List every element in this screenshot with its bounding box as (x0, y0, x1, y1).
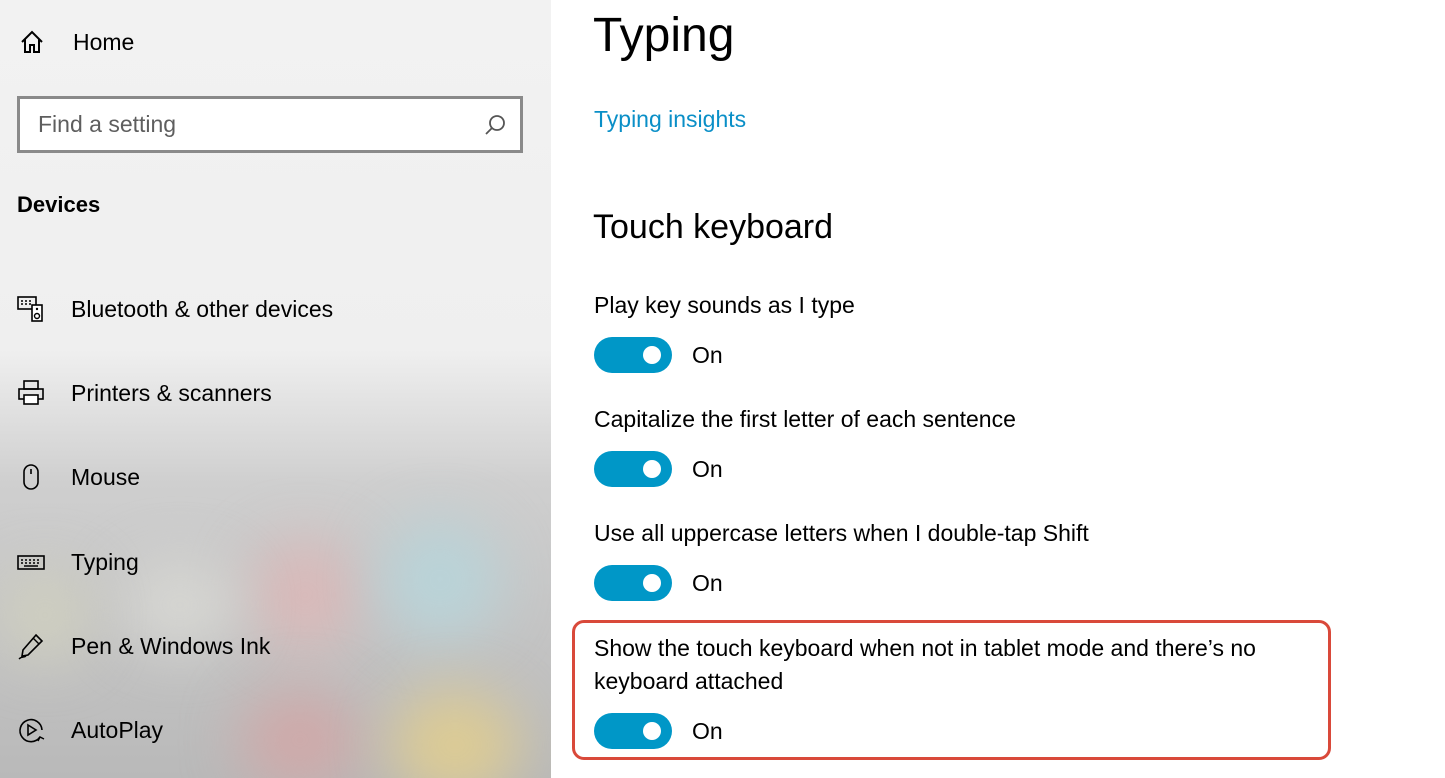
sidebar-item-label: Pen & Windows Ink (71, 632, 271, 659)
setting-toggle-row: On (594, 337, 723, 373)
home-icon (18, 28, 46, 56)
toggle-state-label: On (692, 717, 723, 744)
background-blur (380, 520, 500, 640)
uppercase-shift-toggle[interactable] (594, 565, 672, 601)
main-content: Typing Typing insights Touch keyboard Pl… (551, 0, 1445, 778)
section-title-devices: Devices (17, 192, 101, 217)
keyboard-icon (16, 547, 46, 577)
toggle-knob (643, 346, 661, 364)
search-box (17, 96, 523, 153)
sidebar-item-typing[interactable]: Typing (16, 540, 139, 584)
bluetooth-devices-icon (16, 294, 46, 324)
setting-toggle-row: On (594, 565, 723, 601)
sidebar-item-printers[interactable]: Printers & scanners (16, 371, 272, 415)
sidebar-item-bluetooth[interactable]: Bluetooth & other devices (16, 287, 333, 331)
setting-label: Show the touch keyboard when not in tabl… (594, 635, 1256, 694)
typing-insights-link[interactable]: Typing insights (594, 106, 746, 133)
toggle-state-label: On (692, 341, 723, 368)
sidebar-item-label: Mouse (71, 463, 141, 490)
sidebar-item-autoplay[interactable]: AutoPlay (16, 708, 163, 752)
mouse-icon (16, 462, 46, 492)
setting-label: Capitalize the first letter of each sent… (594, 406, 1016, 432)
background-blur (240, 690, 360, 778)
setting-label: Play key sounds as I type (594, 292, 855, 318)
key-sounds-toggle[interactable] (594, 337, 672, 373)
search-icon[interactable] (470, 113, 520, 137)
sidebar-item-label: Printers & scanners (71, 379, 272, 406)
toggle-knob (643, 574, 661, 592)
sidebar-item-label: AutoPlay (71, 716, 164, 743)
capitalize-toggle[interactable] (594, 451, 672, 487)
printer-icon (16, 378, 46, 408)
setting-toggle-row: On (594, 451, 723, 487)
toggle-knob (643, 460, 661, 478)
toggle-state-label: On (692, 569, 723, 596)
sidebar-item-mouse[interactable]: Mouse (16, 455, 140, 499)
pen-icon (16, 631, 46, 661)
sidebar-item-pen[interactable]: Pen & Windows Ink (16, 624, 270, 668)
nav-home-label: Home (73, 28, 135, 55)
sidebar-item-label: Typing (71, 548, 139, 575)
nav-home[interactable]: Home (18, 22, 134, 62)
touch-keyboard-heading: Touch keyboard (593, 208, 834, 246)
page-title: Typing (593, 9, 735, 62)
setting-label: Use all uppercase letters when I double-… (594, 520, 1089, 546)
sidebar-item-label: Bluetooth & other devices (71, 295, 334, 322)
search-input[interactable] (20, 99, 470, 150)
show-touch-keyboard-toggle[interactable] (594, 713, 672, 749)
autoplay-icon (16, 715, 46, 745)
sidebar: Home Devices Bluetooth & other devices P… (0, 0, 551, 778)
toggle-state-label: On (692, 455, 723, 482)
toggle-knob (643, 722, 661, 740)
background-blur (390, 690, 520, 778)
setting-toggle-row: On (594, 713, 723, 749)
